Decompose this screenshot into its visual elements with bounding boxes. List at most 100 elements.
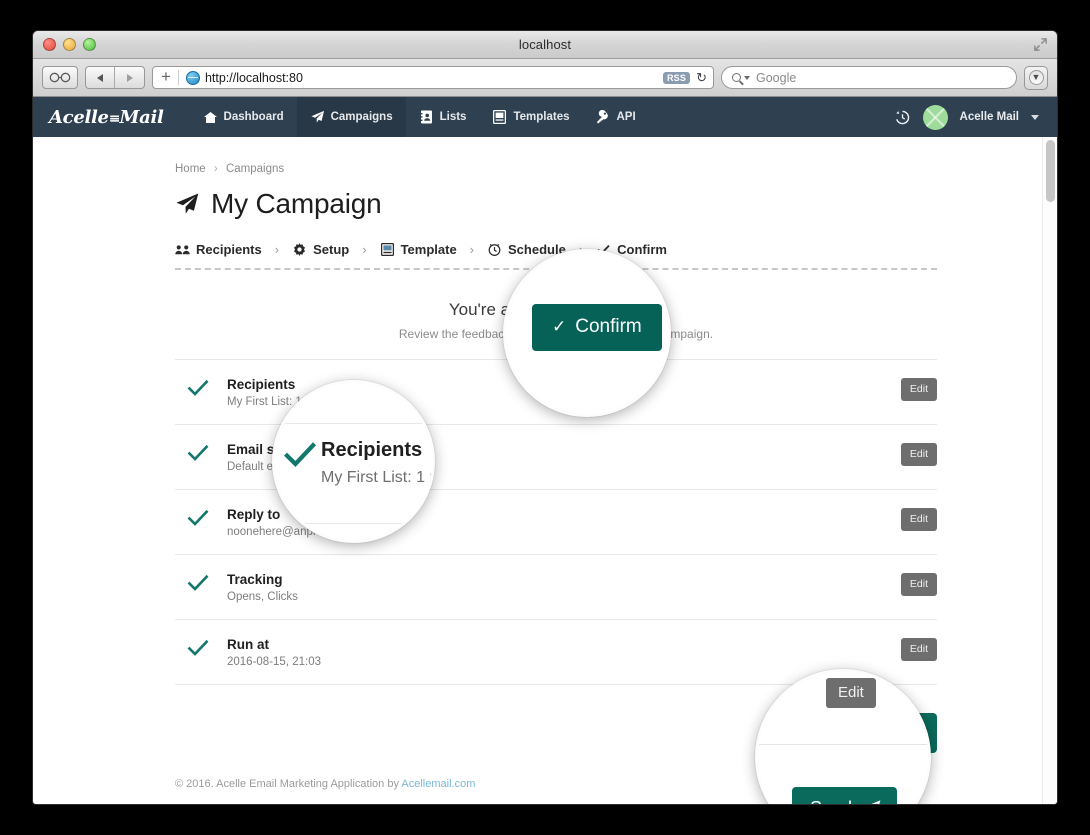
nav-back-forward[interactable] <box>85 66 145 89</box>
chevron-down-icon[interactable] <box>1031 114 1039 120</box>
magnified-row-title: Recipients <box>321 439 423 461</box>
app-logo[interactable]: Acelle≡Mail <box>49 107 164 128</box>
divider <box>275 523 432 524</box>
back-arrow-icon <box>97 73 103 82</box>
edit-button[interactable]: Edit <box>900 443 937 466</box>
footer-link[interactable]: Acellemail.com <box>401 778 475 790</box>
app-navbar: Acelle≡Mail Dashboard Campaigns Lists Te… <box>33 97 1057 137</box>
close-button[interactable] <box>43 38 56 51</box>
history-clock-icon[interactable] <box>894 109 911 126</box>
breadcrumb: Home › Campaigns <box>175 163 937 175</box>
new-tab-button[interactable]: + <box>159 68 178 87</box>
gear-icon <box>292 243 307 257</box>
magnifier-content: Recipients My First List: 1 r <box>275 383 432 540</box>
step-label-recipients: Recipients <box>196 242 262 257</box>
minimize-button[interactable] <box>63 38 76 51</box>
magnifier-send: Edit Send <box>755 669 931 804</box>
address-bar[interactable]: + http://localhost:80 RSS ↻ <box>152 66 714 89</box>
step-separator: › <box>362 242 367 257</box>
check-icon <box>187 377 213 401</box>
fullscreen-icon[interactable] <box>1033 37 1048 52</box>
confirm-label: Confirm <box>575 316 642 337</box>
step-setup[interactable]: Setup <box>292 242 349 257</box>
window-title: localhost <box>518 37 572 52</box>
breadcrumb-current[interactable]: Campaigns <box>226 163 284 175</box>
page-title: My Campaign <box>175 188 937 220</box>
nav-label-dashboard: Dashboard <box>223 111 284 123</box>
nav-item-templates[interactable]: Templates <box>479 97 582 137</box>
edit-button[interactable]: Edit <box>900 573 937 596</box>
magnifier-recipients: Recipients My First List: 1 r <box>272 380 435 543</box>
check-icon <box>187 507 213 531</box>
step-separator: › <box>469 242 475 257</box>
edit-button[interactable]: Edit <box>900 638 937 661</box>
nav-item-dashboard[interactable]: Dashboard <box>190 97 297 137</box>
page-viewport: Acelle≡Mail Dashboard Campaigns Lists Te… <box>33 97 1057 804</box>
check-icon <box>187 637 213 661</box>
search-input[interactable]: Google <box>721 66 1017 89</box>
logo-left: Acelle <box>49 106 109 128</box>
avatar[interactable] <box>922 104 948 130</box>
rss-button[interactable]: RSS <box>662 71 691 84</box>
nav-label-campaigns: Campaigns <box>330 111 393 123</box>
magnifier-content: ✓ Confirm <box>506 252 668 414</box>
step-label-setup: Setup <box>313 242 350 257</box>
confirm-button[interactable]: ✓ Confirm <box>532 304 662 351</box>
page-scrollbar[interactable] <box>1042 137 1057 804</box>
app-nav-items: Dashboard Campaigns Lists Templates API <box>190 97 649 137</box>
row-subtitle: Opens, Clicks <box>227 591 298 603</box>
address-book-icon <box>419 110 434 124</box>
nav-item-lists[interactable]: Lists <box>406 97 480 137</box>
step-separator: › <box>274 242 280 257</box>
check-icon: ✓ <box>552 317 567 336</box>
address-bar-actions: RSS ↻ <box>662 70 709 86</box>
nav-item-api[interactable]: API <box>582 97 648 137</box>
magnifier-confirm: ✓ Confirm <box>503 249 671 417</box>
row-title: Run at <box>227 637 269 652</box>
step-recipients[interactable]: Recipients <box>175 242 262 257</box>
search-placeholder: Google <box>756 70 797 85</box>
page-title-text: My Campaign <box>211 188 382 219</box>
scrollbar-thumb[interactable] <box>1046 140 1055 202</box>
browser-toolbar: + http://localhost:80 RSS ↻ Google ▼ <box>33 59 1057 97</box>
send-button[interactable]: Send <box>792 787 898 804</box>
check-icon <box>187 572 213 596</box>
paper-plane-icon <box>176 193 199 214</box>
glasses-icon <box>49 72 71 83</box>
row-title: Tracking <box>227 572 283 587</box>
navbar-right: Acelle Mail <box>894 97 1039 137</box>
image-icon <box>492 110 507 124</box>
nav-label-lists: Lists <box>439 111 467 123</box>
back-button[interactable] <box>86 67 115 88</box>
step-template[interactable]: Template <box>380 242 457 257</box>
row-subtitle: 2016-08-15, 21:03 <box>227 656 321 668</box>
magnifier-content: Edit Send <box>758 672 928 804</box>
reload-icon[interactable]: ↻ <box>696 70 707 86</box>
home-icon <box>203 110 218 124</box>
divider <box>177 70 179 85</box>
edit-button[interactable]: Edit <box>900 378 937 401</box>
downloads-button[interactable]: ▼ <box>1024 65 1048 90</box>
site-globe-icon <box>185 70 200 85</box>
edit-button[interactable]: Edit <box>900 508 937 531</box>
paper-plane-icon <box>310 110 325 124</box>
reader-glasses-button[interactable] <box>42 66 78 89</box>
paper-plane-icon <box>870 799 881 804</box>
chevron-down-icon[interactable] <box>744 75 750 80</box>
nav-item-campaigns[interactable]: Campaigns <box>296 97 406 137</box>
window-controls <box>43 38 96 51</box>
user-name: Acelle Mail <box>959 111 1019 123</box>
step-label-template: Template <box>400 242 457 257</box>
breadcrumb-home[interactable]: Home <box>175 163 206 175</box>
url-text: http://localhost:80 <box>204 70 303 85</box>
window-titlebar: localhost <box>33 31 1057 59</box>
forward-arrow-icon <box>126 73 133 82</box>
divider <box>758 744 928 745</box>
forward-button[interactable] <box>115 67 144 88</box>
edit-button[interactable]: Edit <box>826 678 876 708</box>
logo-equals: ≡ <box>108 110 121 127</box>
logo-right: Mail <box>119 106 164 128</box>
image-icon <box>380 243 395 257</box>
zoom-button[interactable] <box>83 38 96 51</box>
check-icon <box>187 442 213 466</box>
